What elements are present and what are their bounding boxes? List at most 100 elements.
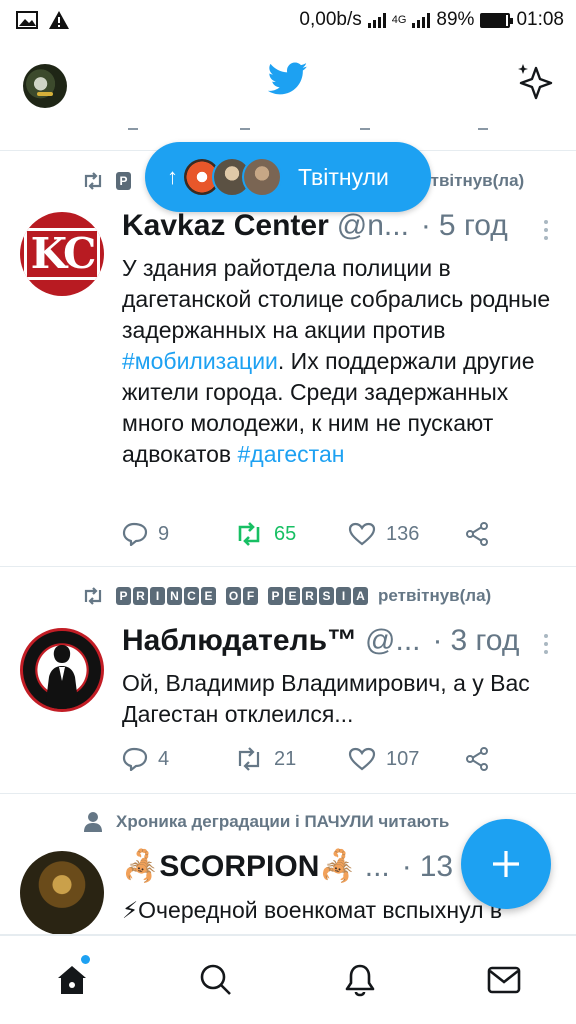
hashtag-link[interactable]: #мобилизации (122, 348, 278, 374)
retweeter-letter: A (353, 587, 368, 605)
share-icon (466, 522, 488, 546)
share-icon (466, 747, 488, 771)
image-notification-icon (16, 11, 38, 29)
author-name[interactable]: Наблюдатель™ (122, 624, 357, 658)
status-bar: 0,00b/s 4G 89% 01:08 (0, 0, 576, 40)
retweet-count: 21 (274, 747, 297, 770)
retweeter-letter: N (167, 587, 182, 605)
retweet-icon (238, 522, 260, 546)
new-tweets-pill[interactable]: ↑ Твітнули (145, 142, 431, 212)
tweet-text: Ой, Владимир Владимирович, а у Вас Дагес… (122, 670, 530, 727)
author-handle[interactable]: ... (365, 850, 390, 884)
avatar (242, 157, 282, 197)
heart-icon (348, 747, 376, 771)
reply-button[interactable]: 4 (122, 747, 234, 771)
network-type: 4G (391, 14, 407, 26)
new-content-dot (81, 955, 90, 964)
arrow-up-icon: ↑ (167, 164, 178, 189)
top-app-bar (0, 40, 576, 128)
share-button[interactable] (464, 746, 490, 772)
retweeter-letter: C (184, 587, 199, 605)
like-count: 136 (386, 522, 420, 545)
mail-icon (487, 966, 521, 994)
timestamp: 13 (419, 850, 454, 883)
author-handle[interactable]: @n... (337, 209, 409, 243)
author-handle[interactable]: @... (365, 624, 420, 658)
tweet-header: Kavkaz Center @n... · 5 год (122, 209, 508, 243)
reply-button[interactable]: 9 (122, 522, 234, 546)
nav-messages[interactable] (432, 936, 576, 1024)
profile-avatar-button[interactable] (23, 64, 67, 108)
retweeter-letter: R (302, 587, 317, 605)
retweet-button[interactable]: 65 (234, 522, 348, 546)
compose-tweet-button[interactable] (461, 819, 551, 909)
retweeter-letter (260, 587, 266, 605)
avatar[interactable]: KC (20, 212, 104, 296)
home-icon (58, 966, 86, 994)
clock: 01:08 (516, 9, 564, 30)
retweeter-letter: E (201, 587, 216, 605)
reply-count: 9 (158, 522, 170, 545)
retweeter-letter: O (226, 587, 241, 605)
reply-count: 4 (158, 747, 170, 770)
reply-icon (122, 522, 148, 546)
share-button[interactable] (464, 521, 490, 547)
social-context-label: Хроника деградации і ПАЧУЛИ читають (116, 812, 450, 831)
author-name[interactable]: 🦂SCORPION🦂 (122, 849, 357, 884)
retweeter-letter: R (133, 587, 148, 605)
bell-icon (345, 964, 375, 997)
heart-icon (348, 522, 376, 546)
nav-notifications[interactable] (288, 936, 432, 1024)
timestamp: 5 год (438, 209, 508, 242)
nav-search[interactable] (144, 936, 288, 1024)
data-speed: 0,00b/s (299, 9, 362, 30)
retweeter-name[interactable]: PRINCEOFPERSIA (116, 587, 368, 605)
tweet-header: Наблюдатель™ @... · 3 год (122, 624, 520, 658)
retweet-button[interactable]: 21 (234, 747, 348, 771)
battery-percent: 89% (436, 9, 475, 30)
timestamp: 3 год (450, 624, 520, 657)
more-options-icon[interactable] (544, 220, 550, 240)
bottom-navigation (0, 935, 576, 1024)
retweeter-letter: P (116, 587, 131, 605)
retweeter-letter: I (336, 587, 351, 605)
signal-2-icon (412, 12, 431, 28)
plus-icon (493, 851, 519, 877)
like-button[interactable]: 107 (348, 747, 464, 771)
avatar[interactable] (20, 851, 104, 934)
tweet-actions: 9 65 136 (122, 521, 492, 547)
tweet-header: 🦂SCORPION🦂 ... · 13 (122, 849, 454, 884)
retweeter-letter: S (319, 587, 334, 605)
tweet[interactable]: PRINCEOFPERSIA ретвітнув(ла) Наблюдатель… (0, 568, 576, 794)
battery-icon (480, 12, 514, 28)
retweeter-letter (218, 587, 224, 605)
like-button[interactable]: 136 (348, 522, 464, 546)
retweet-icon (80, 586, 106, 606)
tweet-actions: 4 21 107 (122, 746, 492, 772)
new-tweets-label: Твітнули (298, 163, 389, 190)
retweeter-name[interactable]: P (116, 172, 131, 190)
retweeter-letter: P (268, 587, 283, 605)
person-icon (80, 811, 106, 833)
retweet-icon (80, 171, 106, 191)
reply-icon (122, 747, 148, 771)
retweeter-letter: E (285, 587, 300, 605)
retweeter-letter: F (243, 587, 258, 605)
twitter-bird-icon (268, 62, 308, 95)
social-context: PRINCEOFPERSIA ретвітнув(ла) (80, 586, 491, 606)
signal-1-icon (367, 12, 386, 28)
warning-icon (49, 11, 69, 29)
tweet[interactable]: P ретвітнув(ла) KC Kavkaz Center @n... ·… (0, 151, 576, 567)
author-name[interactable]: Kavkaz Center (122, 209, 329, 243)
hashtag-link[interactable]: #дагестан (238, 441, 345, 467)
nav-home[interactable] (0, 936, 144, 1024)
avatar[interactable] (20, 628, 104, 712)
social-context: Хроника деградации і ПАЧУЛИ читають (80, 811, 449, 833)
retweet-count: 65 (274, 522, 297, 545)
more-options-icon[interactable] (544, 634, 550, 654)
tweet-text: У здания райотдела полиции в дагетанской… (122, 255, 551, 467)
retweet-icon (238, 747, 260, 771)
search-icon (200, 964, 231, 995)
sparkle-timeline-icon[interactable] (516, 62, 556, 102)
social-context-label: ретвітнув(ла) (378, 586, 492, 605)
